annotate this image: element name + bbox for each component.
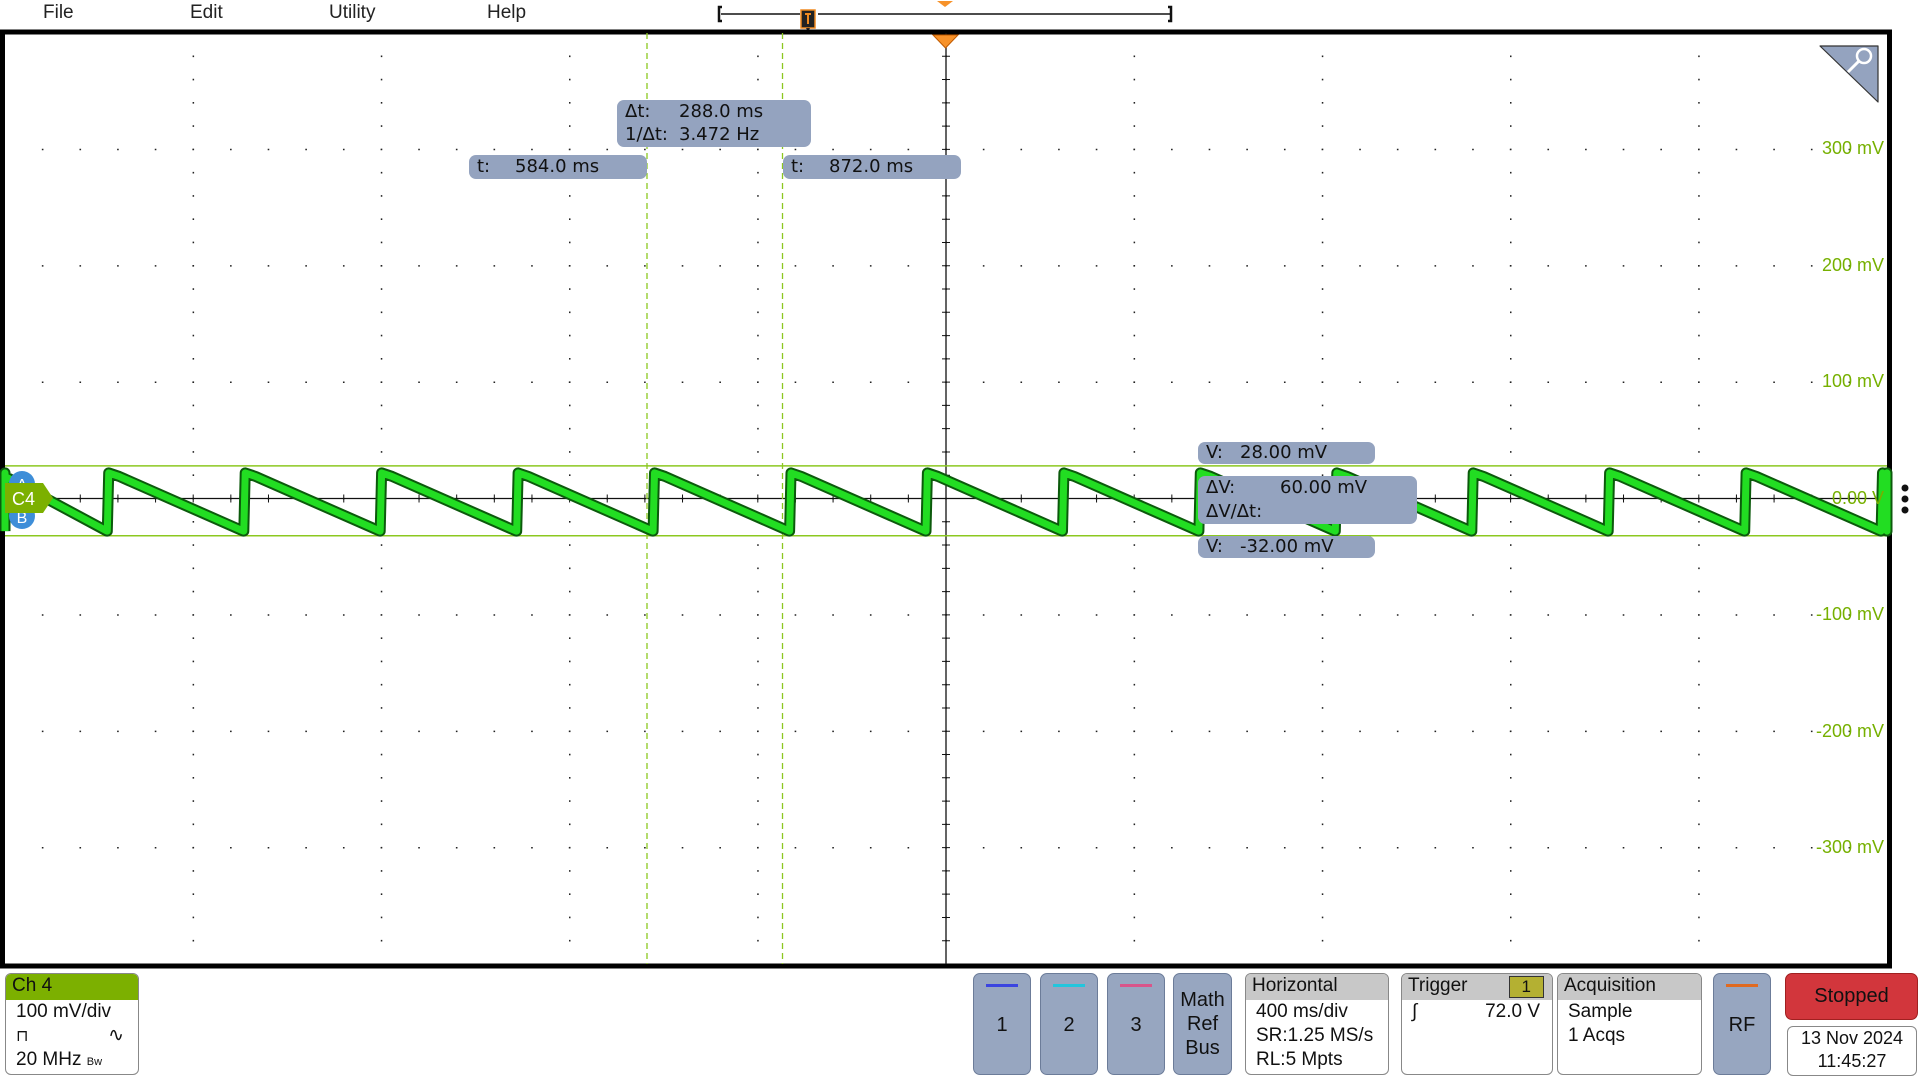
v1-value: 28.00 mV — [1240, 442, 1328, 463]
y-label-100: 100 mV — [1821, 371, 1884, 391]
ch4-title: Ch 4 — [6, 974, 138, 1000]
t2-label: t: — [791, 156, 805, 177]
horizontal-title: Horizontal — [1246, 974, 1388, 1000]
v2-value: -32.00 mV — [1240, 536, 1334, 557]
delta-v-value: 60.00 mV — [1280, 477, 1368, 498]
datetime-display[interactable]: 13 Nov 2024 11:45:27 — [1787, 1026, 1917, 1076]
channel-2-button[interactable]: 2 — [1040, 973, 1098, 1075]
t1-value: 584.0 ms — [515, 156, 600, 177]
channel-3-button[interactable]: 3 — [1107, 973, 1165, 1075]
record-view-bar[interactable] — [717, 5, 1173, 23]
y-label-200: 200 mV — [1821, 255, 1884, 275]
more-menu-icon[interactable] — [1901, 484, 1909, 514]
channel-1-button[interactable]: 1 — [973, 973, 1031, 1075]
y-label-minus100: -100 mV — [1815, 604, 1884, 624]
dv-dt-label: ΔV/Δt: — [1206, 501, 1263, 522]
channel-2-label: 2 — [1063, 1014, 1075, 1036]
trigger-title: Trigger — [1408, 975, 1468, 996]
ch4-badge[interactable]: Ch 4 100 mV/div ⊓ ∿ 20 MHz Bw — [5, 973, 139, 1075]
expansion-point-icon — [937, 1, 953, 7]
acquisition-title: Acquisition — [1558, 974, 1701, 1000]
y-label-300: 300 mV — [1821, 138, 1884, 158]
trigger-source: 1 — [1508, 976, 1544, 998]
channel-1-label: 1 — [996, 1014, 1008, 1036]
sample-rate: SR:1.25 MS/s — [1256, 1025, 1374, 1046]
ch4-offset-marker[interactable]: C4 — [5, 483, 53, 513]
acquisition-count: 1 Acqs — [1568, 1025, 1626, 1046]
ref-label: Ref — [1186, 1013, 1219, 1035]
delta-t-label: Δt: — [625, 101, 651, 122]
cursor-b-voltage-readout[interactable]: V: -32.00 mV — [1198, 536, 1375, 558]
dc-coupling-icon: ∿ — [108, 1025, 124, 1046]
inv-delta-t-value: 3.472 Hz — [679, 124, 760, 145]
rising-edge-icon: ∫ — [1412, 1001, 1418, 1022]
y-label-0: 0.00 V — [1831, 488, 1884, 508]
bandwidth-limit-icon: Bw — [86, 1056, 103, 1068]
ch4-marker-label: C4 — [12, 489, 35, 509]
t2-value: 872.0 ms — [829, 156, 914, 177]
bus-label: Bus — [1185, 1037, 1220, 1059]
trigger-level: 72.0 V — [1485, 1001, 1540, 1022]
v1-label: V: — [1206, 442, 1223, 463]
y-label-minus200: -200 mV — [1815, 721, 1884, 741]
ch4-bandwidth: 20 MHz — [16, 1049, 82, 1070]
acquisition-mode: Sample — [1568, 1001, 1633, 1022]
trigger-position-marker-icon[interactable] — [800, 9, 816, 32]
inv-delta-t-label: 1/Δt: — [625, 124, 668, 145]
channel-3-label: 3 — [1130, 1014, 1142, 1036]
waveform-display[interactable]: A B C4 — [0, 0, 1920, 970]
cursor-b-time-readout[interactable]: t: 872.0 ms — [783, 155, 961, 179]
v2-label: V: — [1206, 536, 1223, 557]
delta-t-value: 288.0 ms — [679, 101, 764, 122]
math-ref-bus-button[interactable]: Math Ref Bus — [1173, 973, 1232, 1075]
t1-label: t: — [477, 156, 491, 177]
math-label: Math — [1180, 989, 1225, 1011]
cursor-a-voltage-readout[interactable]: V: 28.00 mV — [1198, 442, 1375, 464]
ch4-scale: 100 mV/div — [16, 1001, 112, 1022]
run-stop-button[interactable]: Stopped — [1785, 973, 1918, 1020]
delta-v-label: ΔV: — [1206, 477, 1236, 498]
time: 11:45:27 — [1817, 1051, 1887, 1071]
record-length: RL:5 Mpts — [1256, 1049, 1343, 1070]
delta-t-readout[interactable]: Δt: 288.0 ms 1/Δt: 3.472 Hz — [617, 100, 811, 147]
date: 13 Nov 2024 — [1800, 1028, 1904, 1048]
rf-label: RF — [1728, 1014, 1756, 1036]
y-label-minus300: -300 mV — [1815, 837, 1884, 857]
delta-v-readout[interactable]: ΔV: 60.00 mV ΔV/Δt: — [1198, 476, 1417, 524]
rf-button[interactable]: RF — [1713, 973, 1771, 1075]
horizontal-badge[interactable]: Horizontal 400 ms/div SR:1.25 MS/s RL:5 … — [1245, 973, 1389, 1075]
cursor-a-time-readout[interactable]: t: 584.0 ms — [469, 155, 647, 179]
probe-icon: ⊓ — [16, 1028, 29, 1045]
horizontal-scale: 400 ms/div — [1256, 1001, 1348, 1022]
trigger-badge[interactable]: Trigger 1 ∫ 72.0 V — [1401, 973, 1553, 1075]
acquisition-badge[interactable]: Acquisition Sample 1 Acqs — [1557, 973, 1702, 1075]
